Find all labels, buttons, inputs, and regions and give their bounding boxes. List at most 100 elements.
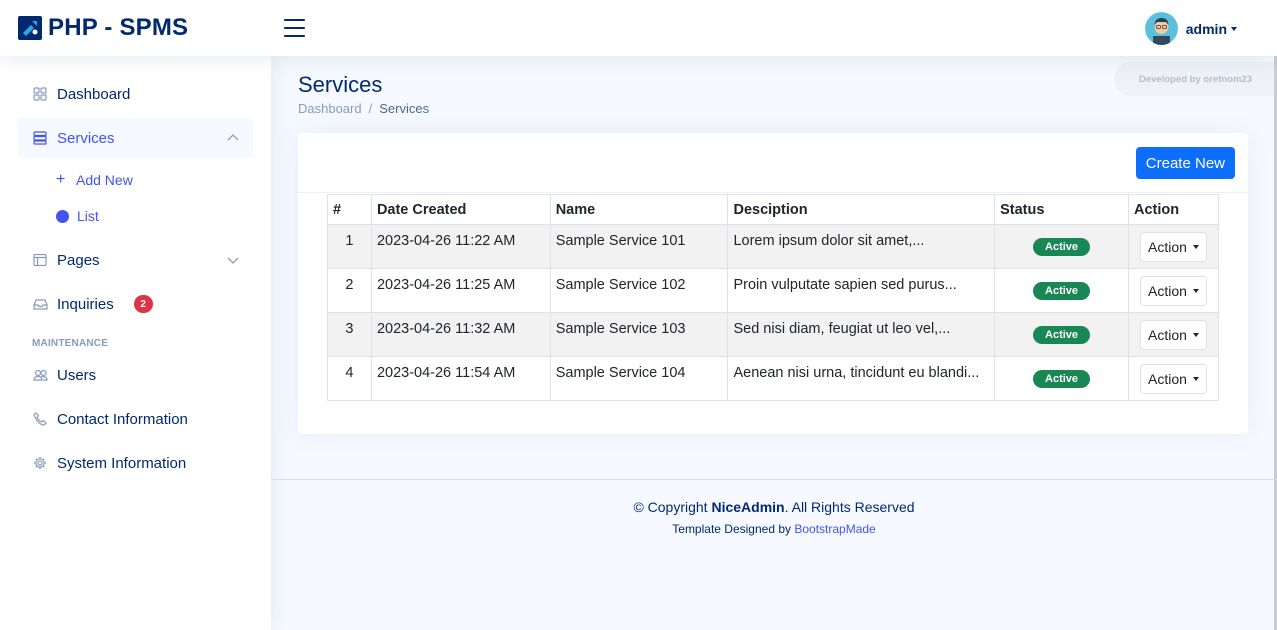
credits-text: Template Designed by BootstrapMade xyxy=(271,522,1277,536)
bootstrapmade-link[interactable]: BootstrapMade xyxy=(794,522,875,536)
chevron-down-icon xyxy=(1192,288,1199,293)
sidebar-item-inquiries[interactable]: Inquiries 2 xyxy=(18,284,253,324)
avatar xyxy=(1144,12,1178,45)
status-badge: Active xyxy=(1033,325,1091,344)
chevron-down-icon xyxy=(1192,332,1199,337)
name-cell: Sample Service 102 xyxy=(549,268,729,313)
copyright-prefix: © Copyright xyxy=(633,499,708,515)
status-badge: Active xyxy=(1033,281,1091,300)
description-cell: Lorem ipsum dolor sit amet,... xyxy=(727,224,996,269)
status-badge: Active xyxy=(1033,237,1091,256)
table-row: 3 2023-04-26 11:32 AM Sample Service 103… xyxy=(327,312,1220,357)
breadcrumb-current: Services xyxy=(379,101,430,116)
credits-prefix: Template Designed by xyxy=(672,522,791,536)
sidebar-item-label: Pages xyxy=(57,251,100,269)
sidebar-item-users[interactable]: Users xyxy=(18,355,253,395)
description-cell: Sed nisi diam, feugiat ut leo vel,... xyxy=(727,312,996,357)
status-cell: Active xyxy=(994,356,1129,401)
row-number: 1 xyxy=(327,224,372,269)
breadcrumb-separator: / xyxy=(368,101,373,116)
logo-icon xyxy=(18,16,42,40)
name-cell: Sample Service 103 xyxy=(549,312,729,357)
action-dropdown-button[interactable]: Action xyxy=(1140,319,1207,350)
sidebar-item-label: Dashboard xyxy=(57,85,131,103)
action-dropdown-button[interactable]: Action xyxy=(1140,231,1207,262)
status-cell: Active xyxy=(994,268,1129,313)
date-created-cell: 2023-04-26 11:54 AM xyxy=(370,356,551,401)
action-cell: Action xyxy=(1127,224,1220,269)
developer-badge: Developed by oretnom23 xyxy=(1114,62,1277,96)
action-label: Action xyxy=(1148,326,1187,343)
sidebar-subitem-label: Add New xyxy=(76,172,133,188)
column-header: Action xyxy=(1127,194,1220,225)
chevron-up-icon xyxy=(227,134,239,141)
services-table: # Date Created Name Desciption Status Ac… xyxy=(327,194,1220,401)
sidebar-item-system-information[interactable]: System Information xyxy=(18,443,253,483)
chevron-down-icon xyxy=(1192,244,1199,249)
sidebar-item-label: Inquiries xyxy=(57,295,114,313)
table-row: 4 2023-04-26 11:54 AM Sample Service 104… xyxy=(327,356,1220,401)
sidebar-item-label: System Information xyxy=(57,454,187,472)
column-header: Name xyxy=(549,194,729,225)
action-label: Action xyxy=(1148,282,1187,299)
card-header: Create New xyxy=(298,133,1248,193)
inbox-icon xyxy=(32,296,48,312)
profile-menu[interactable]: admin xyxy=(1144,12,1237,45)
breadcrumb: Dashboard / Services xyxy=(298,101,429,116)
action-label: Action xyxy=(1148,370,1187,387)
footer: © Copyright NiceAdmin. All Rights Reserv… xyxy=(271,479,1277,536)
action-cell: Action xyxy=(1127,312,1220,357)
status-cell: Active xyxy=(994,224,1129,269)
sidebar-item-services[interactable]: Services xyxy=(18,118,253,158)
copyright-suffix: . All Rights Reserved xyxy=(784,499,915,515)
column-header: # xyxy=(327,194,372,225)
breadcrumb-dashboard-link[interactable]: Dashboard xyxy=(298,101,362,116)
sidebar-item-pages[interactable]: Pages xyxy=(18,240,253,280)
chevron-down-icon xyxy=(1231,26,1237,31)
page-title: Services xyxy=(298,72,383,97)
nav-heading-maintenance: Maintenance xyxy=(32,338,109,349)
sidebar: Dashboard Services + Add New List Pages xyxy=(0,56,271,630)
phone-icon xyxy=(32,411,48,427)
profile-name: admin xyxy=(1185,20,1227,37)
copyright-text: © Copyright NiceAdmin. All Rights Reserv… xyxy=(271,499,1277,515)
copyright-brand: NiceAdmin xyxy=(711,499,785,515)
column-header: Status xyxy=(994,194,1129,225)
row-number: 2 xyxy=(327,268,372,313)
inquiries-count-badge: 2 xyxy=(133,295,153,313)
sidebar-item-contact-information[interactable]: Contact Information xyxy=(18,399,253,439)
gear-icon xyxy=(32,455,48,471)
table-row: 2 2023-04-26 11:25 AM Sample Service 102… xyxy=(327,268,1220,313)
sidebar-subitem-label: List xyxy=(77,208,99,224)
action-dropdown-button[interactable]: Action xyxy=(1140,275,1207,306)
name-cell: Sample Service 104 xyxy=(549,356,729,401)
status-badge: Active xyxy=(1033,369,1091,388)
sidebar-subitem-list[interactable]: List xyxy=(18,198,253,234)
action-cell: Action xyxy=(1127,356,1220,401)
plus-icon: + xyxy=(56,171,66,188)
row-number: 3 xyxy=(327,312,372,357)
sidebar-item-label: Users xyxy=(57,366,97,384)
sidebar-item-dashboard[interactable]: Dashboard xyxy=(18,74,253,114)
services-card: Create New # Date Created Name Desciptio… xyxy=(298,133,1248,434)
row-number: 4 xyxy=(327,356,372,401)
top-header: PHP - SPMS admin xyxy=(0,0,1277,56)
logo[interactable]: PHP - SPMS xyxy=(18,14,188,42)
action-cell: Action xyxy=(1127,268,1220,313)
create-new-button[interactable]: Create New xyxy=(1135,147,1235,179)
menu-toggle-icon[interactable] xyxy=(284,19,305,37)
action-dropdown-button[interactable]: Action xyxy=(1140,363,1207,394)
sidebar-item-label: Contact Information xyxy=(57,410,188,428)
chevron-down-icon xyxy=(227,257,239,264)
sidebar-subitem-add-new[interactable]: + Add New xyxy=(18,162,253,198)
action-label: Action xyxy=(1148,238,1187,255)
date-created-cell: 2023-04-26 11:32 AM xyxy=(370,312,551,357)
people-icon xyxy=(32,367,48,383)
layout-icon xyxy=(32,252,48,268)
date-created-cell: 2023-04-26 11:22 AM xyxy=(370,224,551,269)
table-row: 1 2023-04-26 11:22 AM Sample Service 101… xyxy=(327,224,1220,269)
chevron-down-icon xyxy=(1192,376,1199,381)
circle-icon xyxy=(56,209,69,223)
description-cell: Proin vulputate sapien sed purus... xyxy=(727,268,996,313)
column-header: Desciption xyxy=(727,194,996,225)
